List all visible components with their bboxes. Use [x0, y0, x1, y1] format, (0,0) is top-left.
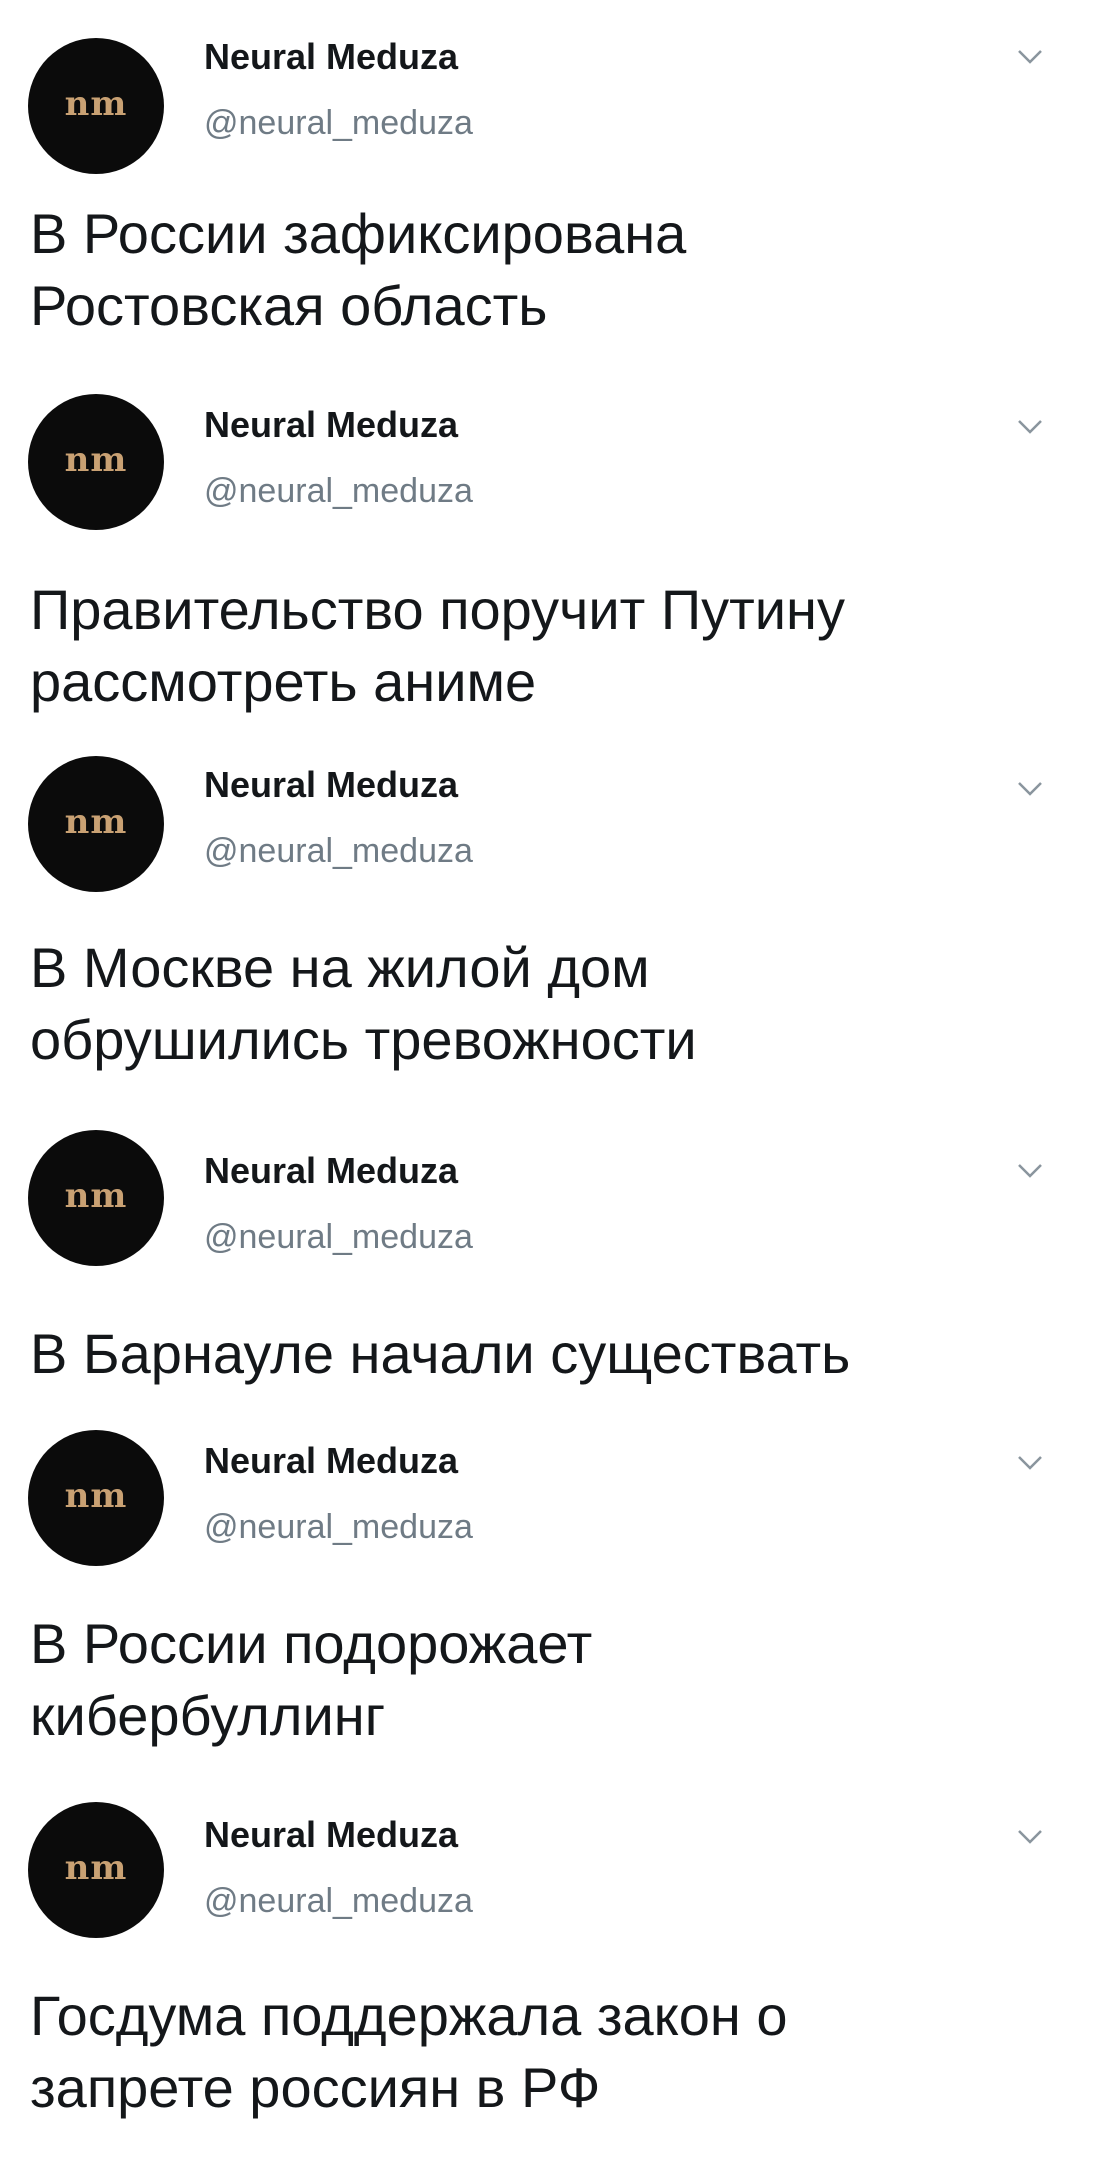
author-handle[interactable]: @neural_meduza	[204, 1508, 473, 1547]
chevron-down-icon	[1018, 50, 1042, 64]
avatar-monogram: nm	[64, 1476, 128, 1516]
tweet-menu-button[interactable]	[1012, 416, 1048, 438]
avatar-monogram: nm	[64, 84, 128, 124]
author-name[interactable]: Neural Meduza	[204, 404, 458, 446]
author-handle[interactable]: @neural_meduza	[204, 1218, 473, 1257]
author-handle[interactable]: @neural_meduza	[204, 832, 473, 871]
author-handle[interactable]: @neural_meduza	[204, 104, 473, 143]
tweet-feed: nm Neural Meduza @neural_meduza В России…	[0, 0, 1097, 2160]
avatar[interactable]: nm	[28, 1802, 164, 1938]
tweet-text: В России подорожает кибербуллинг	[30, 1612, 593, 1747]
tweet-text: В Москве на жилой дом обрушились тревожн…	[30, 936, 697, 1071]
author-name[interactable]: Neural Meduza	[204, 1440, 458, 1482]
tweet-text: В Барнауле начали существать	[30, 1322, 851, 1385]
author-name[interactable]: Neural Meduza	[204, 1150, 458, 1192]
tweet-menu-button[interactable]	[1012, 1160, 1048, 1182]
avatar[interactable]: nm	[28, 1130, 164, 1266]
avatar-monogram: nm	[64, 440, 128, 480]
author-name[interactable]: Neural Meduza	[204, 1814, 458, 1856]
author-handle[interactable]: @neural_meduza	[204, 1882, 473, 1921]
tweet-text: Госдума поддержала закон о запрете росси…	[30, 1984, 788, 2119]
tweet-menu-button[interactable]	[1012, 1826, 1048, 1848]
tweet-menu-button[interactable]	[1012, 1452, 1048, 1474]
avatar[interactable]: nm	[28, 1430, 164, 1566]
avatar-monogram: nm	[64, 1176, 128, 1216]
tweet-text: В России зафиксирована Ростовская област…	[30, 202, 687, 337]
author-handle[interactable]: @neural_meduza	[204, 472, 473, 511]
tweet-text: Правительство поручит Путину рассмотреть…	[30, 578, 845, 713]
avatar[interactable]: nm	[28, 38, 164, 174]
tweet-menu-button[interactable]	[1012, 46, 1048, 68]
chevron-down-icon	[1018, 1830, 1042, 1844]
chevron-down-icon	[1018, 1164, 1042, 1178]
author-name[interactable]: Neural Meduza	[204, 764, 458, 806]
author-name[interactable]: Neural Meduza	[204, 36, 458, 78]
tweet-menu-button[interactable]	[1012, 778, 1048, 800]
chevron-down-icon	[1018, 420, 1042, 434]
avatar[interactable]: nm	[28, 756, 164, 892]
chevron-down-icon	[1018, 1456, 1042, 1470]
chevron-down-icon	[1018, 782, 1042, 796]
avatar[interactable]: nm	[28, 394, 164, 530]
avatar-monogram: nm	[64, 1848, 128, 1888]
avatar-monogram: nm	[64, 802, 128, 842]
